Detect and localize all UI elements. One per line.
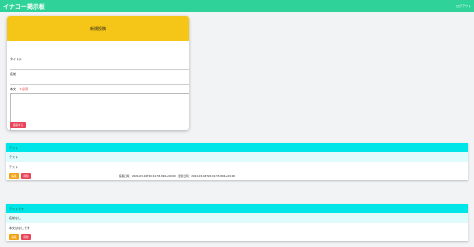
edit-button[interactable]: 編集 bbox=[9, 234, 19, 240]
delete-button[interactable]: 削除 bbox=[21, 234, 31, 240]
post-name: 名前なし bbox=[6, 213, 468, 223]
app-title[interactable]: イナコー掲示板 bbox=[3, 2, 45, 11]
body-label-text: 本文 bbox=[10, 87, 17, 91]
post-footer: 編集 削除 投稿日時：2024-03-04T20:01:55.894+09:00… bbox=[6, 172, 468, 180]
top-navbar: イナコー掲示板 ログアウト bbox=[0, 0, 474, 12]
post-title: テストです bbox=[6, 204, 468, 213]
title-label: タイトル bbox=[10, 57, 23, 61]
post-body: テスト bbox=[9, 165, 19, 169]
delete-button-label: 削除 bbox=[23, 236, 29, 239]
submit-button-label: 投稿する bbox=[12, 124, 24, 127]
form-header: 新規投稿 bbox=[7, 16, 189, 41]
edit-button-label: 編集 bbox=[11, 236, 17, 239]
logout-link[interactable]: ログアウト bbox=[456, 4, 471, 8]
body-label: 本文 ＊必須 bbox=[10, 87, 28, 91]
post-body: 本文はなしです bbox=[9, 226, 30, 230]
required-mark: ＊必須 bbox=[19, 87, 29, 91]
form-title: 新規投稿 bbox=[90, 25, 106, 31]
post-footer: 編集 削除 bbox=[6, 233, 468, 241]
post-card: テストです 名前なし 本文はなしです 編集 削除 bbox=[6, 204, 468, 241]
post-timestamps: 投稿日時：2024-03-04T20:01:55.894+09:00 更新日時：… bbox=[119, 175, 235, 178]
post-name: テスト bbox=[6, 152, 468, 162]
name-label: 名前 bbox=[10, 72, 17, 76]
post-card: テスト テスト テスト 編集 削除 投稿日時：2024-03-04T20:01:… bbox=[6, 143, 468, 180]
title-input[interactable] bbox=[10, 62, 189, 70]
submit-button[interactable]: 投稿する bbox=[10, 122, 26, 128]
delete-button[interactable]: 削除 bbox=[21, 173, 31, 179]
edit-button-label: 編集 bbox=[11, 175, 17, 178]
post-title: テスト bbox=[6, 143, 468, 152]
body-textarea[interactable] bbox=[10, 93, 189, 130]
new-post-form: 新規投稿 タイトル 名前 本文 ＊必須 投稿する bbox=[7, 16, 189, 130]
edit-button[interactable]: 編集 bbox=[9, 173, 19, 179]
name-input[interactable] bbox=[10, 77, 189, 85]
delete-button-label: 削除 bbox=[23, 175, 29, 178]
